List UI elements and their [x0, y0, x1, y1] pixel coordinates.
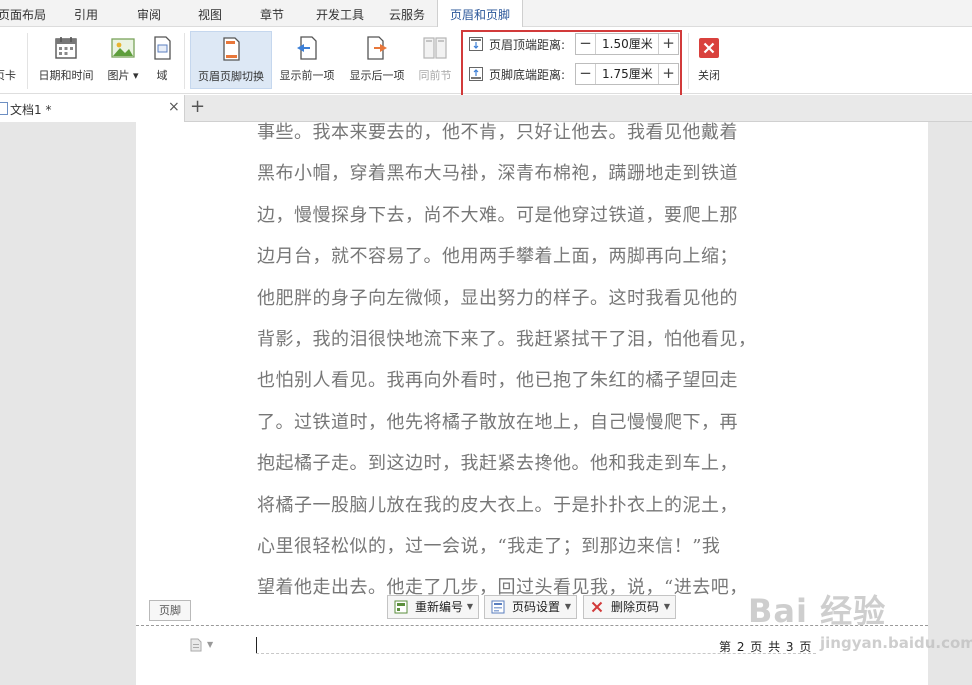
close-tab-icon[interactable]: × [168, 99, 180, 115]
header-distance-increase-button[interactable]: + [658, 34, 678, 54]
paragraph-line[interactable]: 了。过铁道时，他先将橘子散放在地上，自己慢慢爬下，再 [257, 412, 817, 453]
show-previous-icon [297, 36, 317, 60]
page-number-settings-button[interactable]: 页码设置 ▼ [484, 595, 577, 619]
switch-header-footer-label: 页眉页脚切换 [198, 70, 264, 83]
tab-developer-tools[interactable]: 开发工具 [310, 0, 370, 27]
renumber-button[interactable]: 重新编号 ▼ [387, 595, 479, 619]
field-label: 域 [156, 69, 168, 82]
field-icon [154, 36, 171, 60]
renumber-icon [394, 600, 408, 614]
footer-bottom-distance-label: 页脚底端距离: [489, 68, 566, 82]
header-top-distance-stepper[interactable]: − 1.50厘米 + [575, 33, 679, 55]
tab-page-layout[interactable]: 页面布局 [0, 0, 50, 27]
header-footer-switch-icon [223, 37, 240, 61]
document-tab-bar: 文档1 * × + [0, 95, 972, 122]
ribbon-separator [688, 33, 689, 89]
page-number-settings-label: 页码设置 [512, 600, 561, 614]
chevron-down-icon[interactable]: ▼ [207, 640, 213, 649]
chevron-down-icon: ▼ [564, 602, 571, 611]
footer-boundary-line [136, 625, 928, 626]
same-as-previous-icon [423, 37, 447, 59]
document-tab[interactable]: 文档1 * × [0, 95, 185, 122]
paragraph-line[interactable]: 心里很轻松似的，过一会说，“我走了；到那边来信！”我 [257, 536, 817, 577]
ribbon-separator [184, 33, 185, 89]
footer-distance-increase-button[interactable]: + [658, 64, 678, 84]
paragraph-line[interactable]: 他肥胖的身子向左微倾，显出努力的样子。这时我看见他的 [257, 288, 817, 329]
document-body[interactable]: 事些。我本来要去的，他不肯，只好让他去。我看见他戴着 黑布小帽，穿着黑布大马褂，深… [257, 122, 817, 619]
datetime-label: 日期和时间 [38, 69, 94, 82]
partial-left-button[interactable]: 页卡 [0, 31, 18, 89]
text-cursor [256, 637, 257, 653]
header-top-distance-input[interactable]: 1.50厘米 [597, 34, 657, 54]
partial-left-label: 页卡 [0, 69, 16, 82]
close-header-footer-button[interactable]: 关闭 [692, 31, 726, 89]
delete-icon [591, 601, 603, 613]
paragraph-line[interactable]: 边月台，就不容易了。他用两手攀着上面，两脚再向上缩； [257, 246, 817, 287]
paragraph-line[interactable]: 黑布小帽，穿着黑布大马褂，深青布棉袍，蹒跚地走到铁道 [257, 163, 817, 204]
new-tab-plus-icon[interactable]: + [190, 96, 205, 117]
paragraph-line[interactable]: 抱起橘子走。到这边时，我赶紧去搀他。他和我走到车上， [257, 453, 817, 494]
calendar-icon [55, 37, 77, 59]
page-number-settings-icon [491, 600, 505, 614]
same-as-previous-button[interactable]: 同前节 [414, 31, 456, 89]
tab-review[interactable]: 审阅 [129, 0, 169, 27]
paragraph-line[interactable]: 也怕别人看见。我再向外看时，他已抱了朱红的橘子望回走 [257, 370, 817, 411]
show-next-label: 显示后一项 [349, 69, 405, 82]
picture-button[interactable]: 图片 ▾ [104, 31, 142, 89]
footer-page-number[interactable]: 第 2 页 共 3 页 [719, 638, 812, 655]
document-tab-title: 文档1 * [10, 103, 52, 117]
tab-cloud-service[interactable]: 云服务 [382, 0, 432, 27]
show-previous-button[interactable]: 显示前一项 [275, 31, 339, 89]
paragraph-line[interactable]: 背影，我的泪很快地流下来了。我赶紧拭干了泪，怕他看见， [257, 329, 817, 370]
close-icon [699, 38, 719, 58]
tab-view[interactable]: 视图 [190, 0, 230, 27]
chevron-down-icon: ▼ [466, 602, 473, 611]
tab-references[interactable]: 引用 [66, 0, 106, 27]
menu-tab-row: 页面布局 引用 审阅 视图 章节 开发工具 云服务 页眉和页脚 [0, 0, 972, 28]
tab-chapter[interactable]: 章节 [252, 0, 292, 27]
switch-header-footer-button[interactable]: 页眉页脚切换 [190, 31, 272, 89]
footer-bottom-distance-input[interactable]: 1.75厘米 [597, 64, 657, 84]
show-next-icon [367, 36, 387, 60]
picture-icon [111, 38, 135, 58]
ribbon-separator [27, 33, 28, 89]
paragraph-line[interactable]: 事些。我本来要去的，他不肯，只好让他去。我看见他戴着 [257, 122, 817, 163]
datetime-button[interactable]: 日期和时间 [34, 31, 98, 89]
delete-page-number-label: 删除页码 [611, 600, 660, 614]
footer-bottom-distance-row: 页脚底端距离: − 1.75厘米 + [468, 63, 680, 85]
same-as-previous-label: 同前节 [418, 69, 452, 82]
footer-bottom-distance-stepper[interactable]: − 1.75厘米 + [575, 63, 679, 85]
renumber-label: 重新编号 [415, 600, 464, 614]
delete-page-number-button[interactable]: 删除页码 ▼ [583, 595, 676, 619]
document-icon [0, 102, 8, 115]
field-button[interactable]: 域 [147, 31, 177, 89]
header-top-distance-row: 页眉顶端距离: − 1.50厘米 + [468, 33, 680, 55]
header-top-distance-label: 页眉顶端距离: [489, 38, 566, 52]
footer-distance-decrease-button[interactable]: − [576, 64, 596, 84]
footer-distance-icon [469, 67, 483, 81]
paragraph-line[interactable]: 边，慢慢探身下去，尚不大难。可是他穿过铁道，要爬上那 [257, 205, 817, 246]
header-distance-decrease-button[interactable]: − [576, 34, 596, 54]
picture-label: 图片 ▾ [107, 69, 139, 82]
paste-options-icon[interactable] [190, 638, 202, 652]
paragraph-line[interactable]: 将橘子一股脑儿放在我的皮大衣上。于是扑扑衣上的泥土， [257, 495, 817, 536]
header-distance-icon [469, 37, 483, 51]
close-label: 关闭 [698, 69, 720, 82]
chevron-down-icon: ▼ [663, 602, 670, 611]
footer-tag: 页脚 [149, 600, 191, 621]
show-previous-label: 显示前一项 [279, 69, 335, 82]
show-next-button[interactable]: 显示后一项 [345, 31, 409, 89]
tab-header-footer[interactable]: 页眉和页脚 [437, 0, 523, 28]
